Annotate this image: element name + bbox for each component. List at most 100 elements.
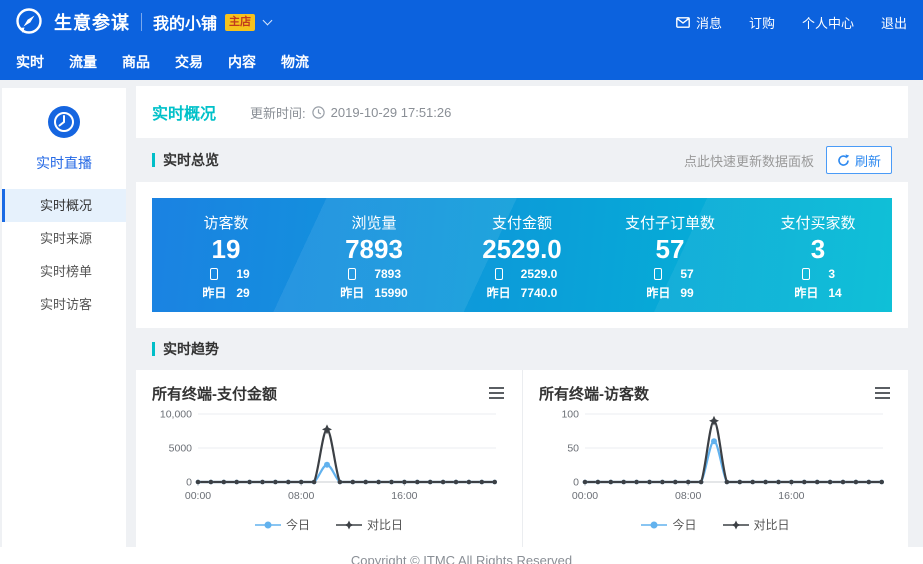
shop-name[interactable]: 我的小铺	[153, 10, 217, 34]
stat-column: 支付子订单数 57 57 昨日 99	[596, 198, 744, 312]
data-point[interactable]	[583, 480, 588, 485]
data-point[interactable]	[634, 480, 639, 485]
data-point[interactable]	[480, 480, 485, 485]
data-point[interactable]	[815, 480, 820, 485]
stat-title: 访客数	[152, 212, 300, 233]
data-point[interactable]	[854, 480, 859, 485]
data-point[interactable]	[609, 480, 614, 485]
chevron-down-icon[interactable]	[263, 15, 273, 25]
legend-marker-icon	[641, 520, 667, 530]
data-point[interactable]	[879, 480, 884, 485]
svg-text:0: 0	[186, 477, 192, 489]
sidebar-item-realtime-source[interactable]: 实时来源	[2, 222, 126, 255]
mobile-device-icon	[802, 268, 810, 280]
data-point-star[interactable]	[322, 424, 332, 434]
data-point[interactable]	[711, 438, 717, 444]
stat-column: 浏览量 7893 7893 昨日 15990	[300, 198, 448, 312]
chart-menu-icon[interactable]	[487, 382, 506, 404]
data-point[interactable]	[454, 480, 459, 485]
nav-tab-products[interactable]: 商品	[122, 52, 150, 72]
stat-yesterday-label: 昨日	[340, 284, 364, 301]
sidebar-item-label: 实时概况	[40, 198, 92, 213]
sycm-logo-icon[interactable]	[14, 7, 44, 37]
data-point[interactable]	[441, 480, 446, 485]
legend-item[interactable]: 今日	[641, 516, 696, 533]
messages-label: 消息	[696, 13, 722, 32]
stat-wireless-value: 57	[680, 267, 693, 281]
data-point[interactable]	[351, 480, 356, 485]
page-title: 实时概况	[152, 100, 216, 124]
data-point[interactable]	[273, 480, 278, 485]
data-point[interactable]	[376, 480, 381, 485]
data-point[interactable]	[621, 480, 626, 485]
stat-value: 19	[152, 233, 300, 265]
sidebar-item-realtime-visitors[interactable]: 实时访客	[2, 288, 126, 321]
svg-text:16:00: 16:00	[778, 490, 804, 502]
data-point[interactable]	[750, 480, 755, 485]
stat-column: 支付金额 2529.0 2529.0 昨日 7740.0	[448, 198, 596, 312]
logout-link[interactable]: 退出	[881, 13, 907, 32]
data-point[interactable]	[789, 480, 794, 485]
data-point[interactable]	[686, 480, 691, 485]
data-point[interactable]	[286, 480, 291, 485]
data-point[interactable]	[428, 480, 433, 485]
sidebar-item-realtime-ranking[interactable]: 实时榜单	[2, 255, 126, 288]
data-point[interactable]	[209, 480, 214, 485]
data-point[interactable]	[402, 480, 407, 485]
data-point[interactable]	[647, 480, 652, 485]
data-point[interactable]	[247, 480, 252, 485]
data-point[interactable]	[763, 480, 768, 485]
data-point[interactable]	[467, 480, 472, 485]
sidebar-item-realtime-overview[interactable]: 实时概况	[2, 189, 126, 222]
data-point[interactable]	[841, 480, 846, 485]
stat-title: 支付买家数	[744, 212, 892, 233]
data-point-star[interactable]	[709, 416, 719, 426]
legend-item[interactable]: 对比日	[336, 516, 403, 533]
nav-tab-realtime[interactable]: 实时	[16, 52, 44, 72]
data-point[interactable]	[492, 480, 497, 485]
nav-tab-content[interactable]: 内容	[228, 52, 256, 72]
data-point[interactable]	[596, 480, 601, 485]
data-point[interactable]	[234, 480, 239, 485]
update-time-row: 更新时间: 2019-10-29 17:51:26	[250, 103, 451, 122]
data-point[interactable]	[363, 480, 368, 485]
data-point[interactable]	[222, 480, 227, 485]
refresh-button[interactable]: 刷新	[826, 146, 892, 174]
legend-item[interactable]: 今日	[255, 516, 310, 533]
personal-center-link[interactable]: 个人中心	[802, 13, 854, 32]
nav-tab-trade[interactable]: 交易	[175, 52, 203, 72]
data-point[interactable]	[338, 480, 343, 485]
data-point[interactable]	[699, 480, 704, 485]
data-point[interactable]	[324, 462, 330, 468]
sidebar-menu: 实时概况 实时来源 实时榜单 实时访客	[2, 189, 126, 321]
data-point[interactable]	[725, 480, 730, 485]
trend-charts-card: 所有终端-支付金额 0500010,00000:0008:0016:00 今日对…	[136, 370, 908, 547]
data-point[interactable]	[260, 480, 265, 485]
messages-link[interactable]: 消息	[676, 13, 722, 32]
data-point[interactable]	[673, 480, 678, 485]
trend-section-title: 实时趋势	[163, 339, 219, 359]
nav-tab-traffic[interactable]: 流量	[69, 52, 97, 72]
data-point[interactable]	[867, 480, 872, 485]
data-point[interactable]	[828, 480, 833, 485]
subscribe-link[interactable]: 订购	[749, 13, 775, 32]
data-point[interactable]	[738, 480, 743, 485]
data-point[interactable]	[312, 480, 317, 485]
nav-tab-logistics[interactable]: 物流	[281, 52, 309, 72]
data-point[interactable]	[389, 480, 394, 485]
legend-item[interactable]: 对比日	[723, 516, 790, 533]
personal-center-label: 个人中心	[802, 13, 854, 32]
data-point[interactable]	[660, 480, 665, 485]
data-point[interactable]	[802, 480, 807, 485]
stat-yesterday-value: 29	[236, 286, 249, 300]
data-point[interactable]	[415, 480, 420, 485]
data-point[interactable]	[776, 480, 781, 485]
svg-text:50: 50	[567, 443, 579, 455]
overview-section-header: 实时总览 点此快速更新数据面板 刷新	[136, 138, 908, 182]
refresh-hint: 点此快速更新数据面板	[684, 151, 814, 170]
data-point[interactable]	[299, 480, 304, 485]
sidebar-group-live[interactable]: 实时直播	[2, 88, 126, 173]
data-point[interactable]	[196, 480, 201, 485]
chart-legend: 今日 对比日	[152, 516, 506, 533]
chart-menu-icon[interactable]	[873, 382, 892, 404]
